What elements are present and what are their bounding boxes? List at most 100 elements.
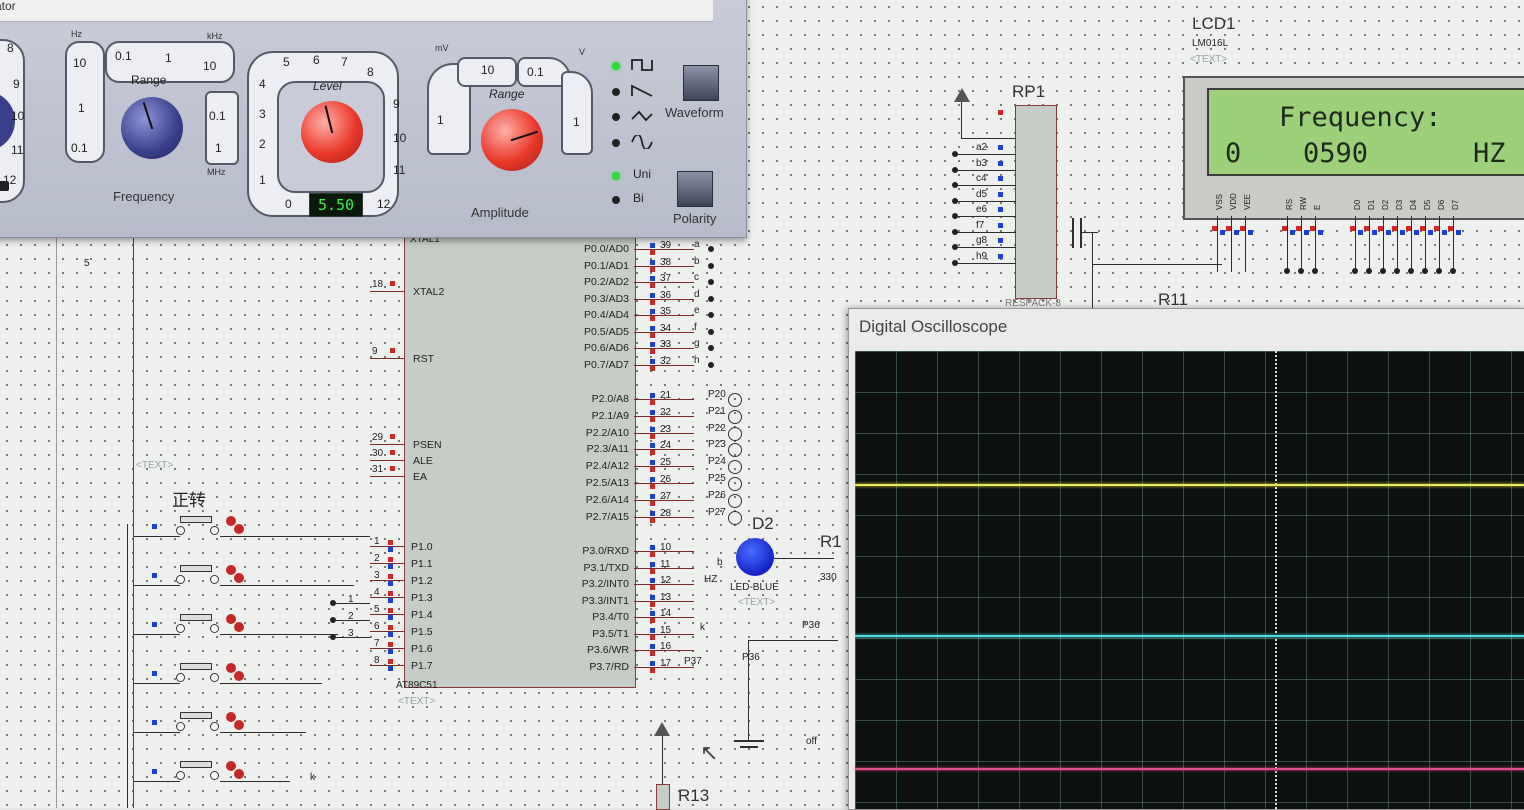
pin-marker bbox=[650, 365, 655, 371]
freq-range-01b: 0.1 bbox=[71, 141, 88, 155]
rp1-pin-label: d5 bbox=[976, 188, 988, 200]
level-knob[interactable] bbox=[301, 101, 363, 163]
lcd-line2-left: 0 bbox=[1225, 138, 1242, 169]
push-button[interactable] bbox=[176, 565, 220, 585]
bi-polarity-indicator[interactable] bbox=[612, 196, 620, 204]
pin-marker bbox=[388, 564, 393, 569]
mcu-pin-label: P1.6 bbox=[411, 643, 433, 655]
waveform-saw-indicator[interactable] bbox=[612, 88, 620, 96]
junction-dot bbox=[1352, 268, 1358, 274]
junction-dot bbox=[952, 166, 958, 173]
resistor-r13[interactable] bbox=[656, 784, 670, 810]
pin-marker bbox=[1226, 226, 1231, 231]
pin-marker bbox=[1296, 226, 1301, 231]
rp1-pin-label: b3 bbox=[976, 157, 988, 169]
push-button[interactable] bbox=[176, 663, 220, 683]
pin-number: 28 bbox=[660, 507, 672, 519]
net-label-b: b bbox=[717, 557, 723, 568]
pin-marker bbox=[650, 349, 655, 354]
pin-number: 27 bbox=[660, 490, 672, 502]
button-contact bbox=[176, 722, 185, 731]
lcd-lead bbox=[1217, 216, 1218, 272]
junction-dot bbox=[708, 279, 714, 285]
rp1-wire bbox=[956, 185, 1016, 186]
pin-marker bbox=[1350, 226, 1355, 231]
generator-titlebar[interactable]: ...ator bbox=[0, 0, 713, 22]
pin-marker bbox=[650, 667, 655, 673]
mcu-at89c51[interactable]: XTAL2 RST PSEN ALE EA P1.0 P1.1 P1.2 P1.3 P1.4 P1.… bbox=[404, 230, 636, 688]
net-label: P21 bbox=[708, 405, 726, 417]
amp-frame-right bbox=[561, 71, 593, 155]
pin-marker bbox=[1372, 230, 1377, 235]
waveform-triangle-indicator[interactable] bbox=[612, 113, 620, 121]
push-button[interactable] bbox=[176, 712, 220, 732]
pin-marker bbox=[152, 622, 157, 627]
button-indicator bbox=[234, 769, 244, 779]
cap-wire bbox=[1082, 232, 1098, 233]
amp-range-1: 1 bbox=[437, 113, 444, 127]
junction-dot bbox=[1380, 268, 1386, 274]
frequency-range-knob[interactable] bbox=[121, 97, 183, 159]
lcd-pin-label: D7 bbox=[1451, 199, 1460, 210]
pin-marker bbox=[390, 450, 395, 455]
pin-marker bbox=[1392, 226, 1397, 231]
vcc-arrow-icon bbox=[954, 88, 970, 102]
pin-marker bbox=[390, 281, 395, 286]
freq-range-label: Range bbox=[131, 73, 167, 87]
mcu-pin-label: ALE bbox=[413, 455, 433, 467]
push-button[interactable] bbox=[176, 516, 220, 536]
polarity-button[interactable] bbox=[677, 171, 713, 207]
square-wave-icon bbox=[631, 59, 653, 71]
digital-oscilloscope-window[interactable]: Digital Oscilloscope bbox=[848, 308, 1524, 810]
mcu-pin-label: P0.6/AD6 bbox=[584, 342, 629, 354]
level-scale-mark: 11 bbox=[393, 163, 406, 177]
rp1-pin-label: h9 bbox=[976, 250, 988, 262]
rp1-pin-label: a2 bbox=[976, 142, 988, 153]
amplitude-range-knob[interactable] bbox=[481, 109, 543, 171]
signal-generator-panel[interactable]: ...ator 89101112 Hz kHz MHz 10 0.1 1 10 … bbox=[0, 0, 747, 238]
uni-polarity-indicator[interactable] bbox=[612, 172, 620, 180]
pin-marker bbox=[388, 649, 393, 654]
lcd-frequency-value: 0590 bbox=[1303, 138, 1369, 169]
pin-number: 3 bbox=[374, 570, 380, 581]
pin-marker bbox=[650, 393, 655, 398]
pin-lead bbox=[370, 460, 404, 461]
waveform-square-indicator[interactable] bbox=[612, 62, 620, 70]
lcd-module[interactable]: Frequency: 0 0590 HZ VSS VDD VEE RS RW E D0 D1 D… bbox=[1183, 76, 1524, 220]
mcu-pin-label: P2.0/A8 bbox=[591, 393, 629, 405]
lcd-vee-wire bbox=[1092, 264, 1222, 265]
mcu-pin-label: P1.0 bbox=[411, 541, 433, 553]
pin-marker bbox=[650, 316, 655, 321]
trace-channel-a bbox=[855, 484, 1524, 486]
pin-marker bbox=[650, 510, 655, 516]
level-scale-mark: 3 bbox=[259, 107, 266, 121]
knob-pointer bbox=[142, 102, 154, 130]
freq-scale-mark: 8 bbox=[7, 41, 14, 55]
pin-marker bbox=[650, 358, 655, 364]
pin-number: 39 bbox=[660, 240, 672, 251]
button-indicator bbox=[234, 720, 244, 730]
oscilloscope-screen[interactable] bbox=[855, 351, 1524, 809]
pin-number: 31 bbox=[372, 464, 384, 475]
vcc-wire-2 bbox=[961, 138, 1015, 139]
pin-marker bbox=[650, 484, 655, 489]
junction-dot bbox=[708, 312, 714, 318]
amp-range-1b: 1 bbox=[573, 115, 580, 129]
resistor-pack-rp1[interactable] bbox=[1015, 105, 1057, 299]
waveform-button[interactable] bbox=[683, 65, 719, 101]
led-blue[interactable] bbox=[736, 538, 774, 576]
waveform-sine-indicator[interactable] bbox=[612, 139, 620, 147]
pin-marker bbox=[650, 552, 655, 557]
led-part-label: LED-BLUE bbox=[730, 582, 779, 593]
level-scale-mark: 9 bbox=[393, 97, 400, 111]
push-button[interactable] bbox=[176, 614, 220, 634]
push-button[interactable] bbox=[176, 761, 220, 781]
junction-dot bbox=[1394, 268, 1400, 274]
pin-marker bbox=[388, 540, 393, 545]
net-label-k-mcu: k bbox=[700, 622, 705, 633]
mcu-pin-label: P3.5/T1 bbox=[592, 627, 629, 640]
pin-number: 34 bbox=[660, 322, 672, 334]
lcd-lead bbox=[1383, 216, 1384, 272]
pin-marker bbox=[650, 634, 655, 640]
pin-marker bbox=[650, 433, 655, 439]
